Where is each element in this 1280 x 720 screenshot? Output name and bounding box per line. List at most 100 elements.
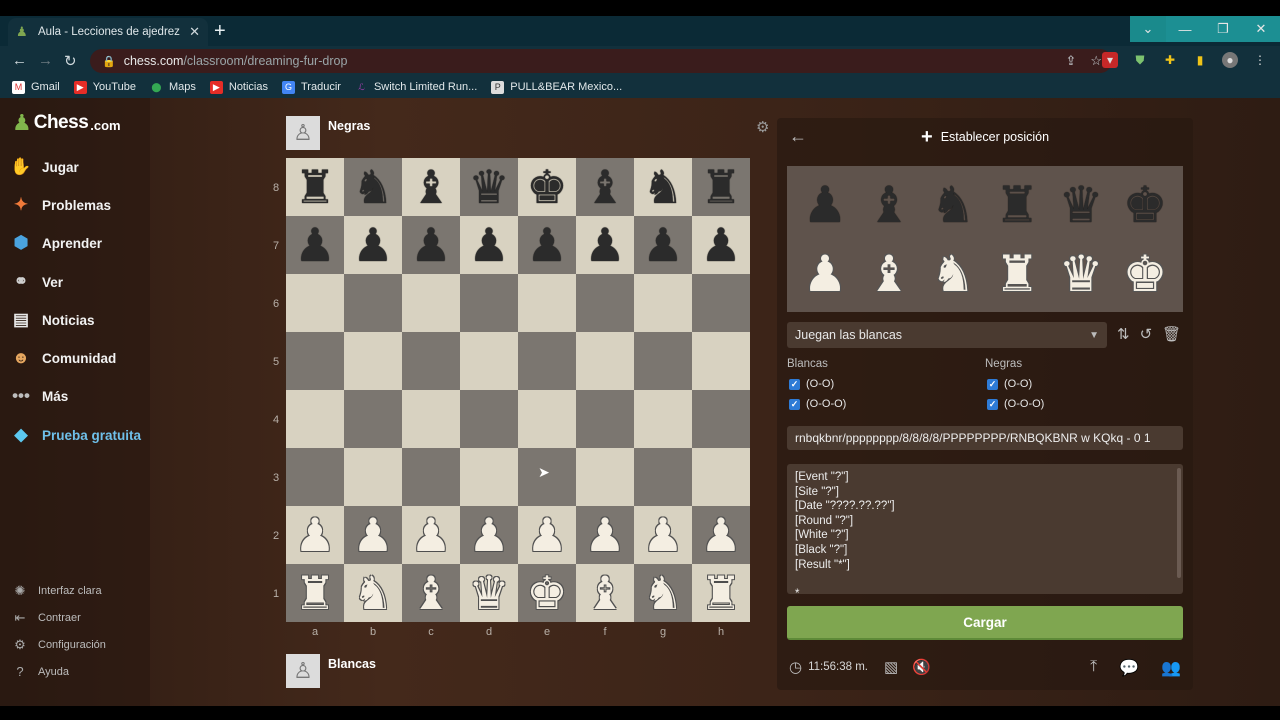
square-d8[interactable]: ♛: [460, 158, 518, 216]
square-g1[interactable]: ♞: [634, 564, 692, 622]
black-pawn[interactable]: ♟: [692, 216, 750, 274]
palette-white-pawn[interactable]: ♟: [794, 243, 856, 305]
square-b2[interactable]: ♟: [344, 506, 402, 564]
bookmark-switch[interactable]: ℒ Switch Limited Run...: [355, 81, 477, 94]
palette-white-queen[interactable]: ♛: [1050, 243, 1112, 305]
square-d3[interactable]: [460, 448, 518, 506]
bookmark-gmail[interactable]: M Gmail: [12, 80, 60, 94]
sidebar-item-mas[interactable]: ••• Más: [10, 385, 68, 407]
square-a5[interactable]: [286, 332, 344, 390]
white-pawn[interactable]: ♟: [402, 506, 460, 564]
square-c6[interactable]: [402, 274, 460, 332]
profile-avatar-icon[interactable]: ●: [1222, 52, 1238, 68]
sidebar-item-prueba-gratuita[interactable]: ◆ Prueba gratuita: [10, 424, 141, 446]
reload-icon[interactable]: ↻: [64, 52, 77, 70]
square-c5[interactable]: [402, 332, 460, 390]
black-pawn[interactable]: ♟: [518, 216, 576, 274]
square-h1[interactable]: ♜: [692, 564, 750, 622]
sidebar-item-problemas[interactable]: ✦ Problemas: [10, 194, 111, 216]
browser-tab[interactable]: ♟ Aula - Lecciones de ajedrez para ✕: [8, 18, 208, 46]
puzzle-extension-icon[interactable]: ✚: [1162, 52, 1178, 68]
square-c2[interactable]: ♟: [402, 506, 460, 564]
chess-board[interactable]: ♜ ♞ ♝ ♛ ♚ ♝ ♞ ♜ ♟ ♟ ♟ ♟ ♟ ♟ ♟ ♟ ♟ ♟ ♟ ♟ ♟ ♟ ♟ ♟ ♜ ♞ ♝ ♛ ♚ ♝ ♞ ♜: [286, 158, 750, 622]
white-king[interactable]: ♚: [518, 564, 576, 622]
pgn-textarea[interactable]: [Event "?"] [Site "?"] [Date "????.??.??"]…: [787, 464, 1183, 594]
square-b4[interactable]: [344, 390, 402, 448]
palette-black-king[interactable]: ♚: [1114, 174, 1176, 236]
white-long-castle-checkbox[interactable]: ✓ (O-O-O): [789, 398, 846, 410]
white-pawn[interactable]: ♟: [692, 506, 750, 564]
white-pawn[interactable]: ♟: [286, 506, 344, 564]
white-pawn[interactable]: ♟: [576, 506, 634, 564]
chess-com-logo[interactable]: ♟ Chess .com: [12, 112, 121, 134]
palette-black-queen[interactable]: ♛: [1050, 174, 1112, 236]
sidebar-ayuda[interactable]: ? Ayuda: [12, 664, 69, 679]
square-a3[interactable]: [286, 448, 344, 506]
star-icon[interactable]: ☆: [1090, 53, 1102, 69]
square-e5[interactable]: [518, 332, 576, 390]
square-f8[interactable]: ♝: [576, 158, 634, 216]
square-f7[interactable]: ♟: [576, 216, 634, 274]
plus-icon[interactable]: +: [214, 20, 226, 42]
address-bar[interactable]: 🔒 chess.com /classroom/dreaming-fur-drop…: [90, 49, 1112, 73]
trash-icon[interactable]: 🗑: [1162, 325, 1181, 343]
square-b6[interactable]: [344, 274, 402, 332]
bookmark-maps[interactable]: ⬤ Maps: [150, 81, 195, 94]
white-pawn[interactable]: ♟: [634, 506, 692, 564]
video-off-icon[interactable]: ▧: [884, 658, 898, 676]
sidebar-item-aprender[interactable]: ⬢ Aprender: [10, 232, 102, 254]
square-c8[interactable]: ♝: [402, 158, 460, 216]
square-g4[interactable]: [634, 390, 692, 448]
square-f5[interactable]: [576, 332, 634, 390]
black-pawn[interactable]: ♟: [344, 216, 402, 274]
palette-white-king[interactable]: ♚: [1114, 243, 1176, 305]
black-rook[interactable]: ♜: [286, 158, 344, 216]
square-h2[interactable]: ♟: [692, 506, 750, 564]
load-button[interactable]: Cargar: [787, 606, 1183, 640]
restore-icon[interactable]: ❐: [1204, 16, 1242, 42]
square-h7[interactable]: ♟: [692, 216, 750, 274]
bookmark-youtube[interactable]: ▶ YouTube: [73, 80, 136, 94]
square-g7[interactable]: ♟: [634, 216, 692, 274]
bookmark-noticias[interactable]: ▶ Noticias: [209, 80, 268, 94]
black-pawn[interactable]: ♟: [402, 216, 460, 274]
square-b7[interactable]: ♟: [344, 216, 402, 274]
square-f1[interactable]: ♝: [576, 564, 634, 622]
palette-white-knight[interactable]: ♞: [922, 243, 984, 305]
white-queen[interactable]: ♛: [460, 564, 518, 622]
white-rook[interactable]: ♜: [286, 564, 344, 622]
flip-board-icon[interactable]: ⇅: [1117, 325, 1130, 343]
black-king[interactable]: ♚: [518, 158, 576, 216]
palette-black-bishop[interactable]: ♝: [858, 174, 920, 236]
black-rook[interactable]: ♜: [692, 158, 750, 216]
white-knight[interactable]: ♞: [634, 564, 692, 622]
square-e1[interactable]: ♚: [518, 564, 576, 622]
upload-icon[interactable]: ⤒: [1090, 658, 1097, 678]
square-a7[interactable]: ♟: [286, 216, 344, 274]
square-a1[interactable]: ♜: [286, 564, 344, 622]
sidepanel-icon[interactable]: ▮: [1192, 52, 1208, 68]
square-d4[interactable]: [460, 390, 518, 448]
black-short-castle-checkbox[interactable]: ✓ (O-O): [987, 378, 1032, 390]
square-h4[interactable]: [692, 390, 750, 448]
square-g8[interactable]: ♞: [634, 158, 692, 216]
square-d7[interactable]: ♟: [460, 216, 518, 274]
square-f3[interactable]: [576, 448, 634, 506]
white-short-castle-checkbox[interactable]: ✓ (O-O): [789, 378, 834, 390]
chat-icon[interactable]: 💬: [1119, 658, 1139, 678]
black-bishop[interactable]: ♝: [576, 158, 634, 216]
sidebar-item-comunidad[interactable]: ☻ Comunidad: [10, 347, 116, 369]
square-c4[interactable]: [402, 390, 460, 448]
square-g3[interactable]: [634, 448, 692, 506]
square-c3[interactable]: [402, 448, 460, 506]
square-f2[interactable]: ♟: [576, 506, 634, 564]
reset-icon[interactable]: ↺: [1140, 325, 1153, 343]
sidebar-interfaz-clara[interactable]: ✺ Interfaz clara: [12, 583, 102, 599]
gear-icon[interactable]: ⚙: [756, 118, 769, 136]
square-e6[interactable]: [518, 274, 576, 332]
white-pawn[interactable]: ♟: [344, 506, 402, 564]
palette-white-bishop[interactable]: ♝: [858, 243, 920, 305]
palette-black-pawn[interactable]: ♟: [794, 174, 856, 236]
black-queen[interactable]: ♛: [460, 158, 518, 216]
black-pawn[interactable]: ♟: [286, 216, 344, 274]
